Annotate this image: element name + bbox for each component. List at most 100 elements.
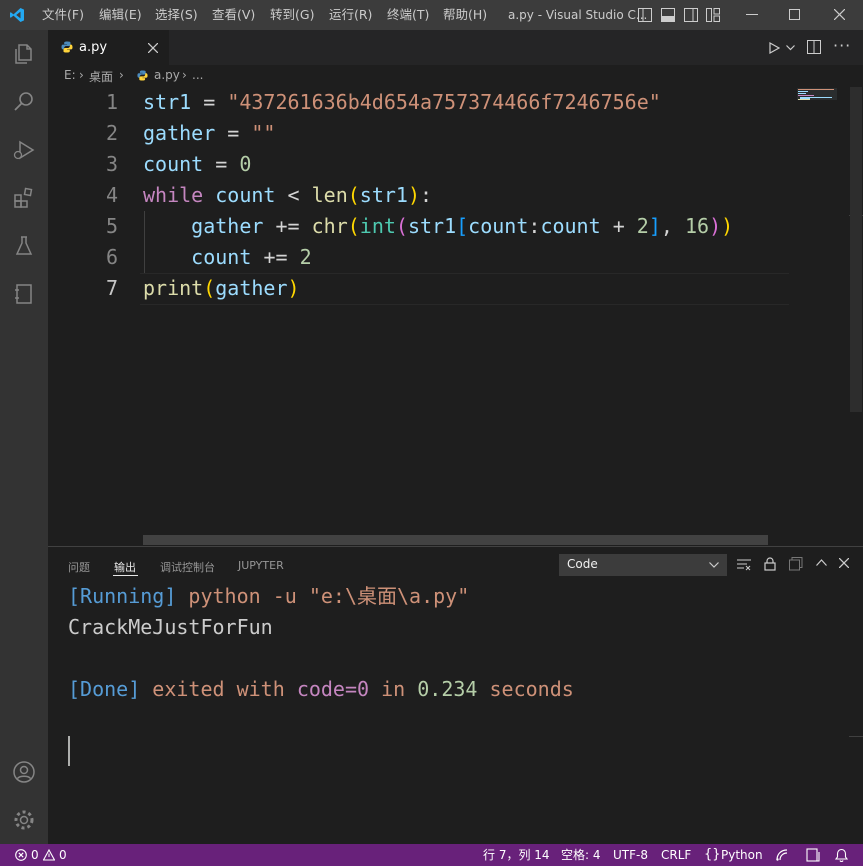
account-icon[interactable] xyxy=(0,748,48,796)
output-line-done[interactable]: [Done] exited with code=0 in 0.234 secon… xyxy=(68,674,574,705)
output-channel-select[interactable]: Code xyxy=(559,554,727,576)
warning-count[interactable]: 0 xyxy=(59,844,67,866)
code-line-4[interactable]: while count < len(str1): xyxy=(143,180,432,211)
breadcrumb-symbol[interactable]: ... xyxy=(192,68,203,82)
panel-scrollbar-indicator xyxy=(849,736,863,737)
output-line-result[interactable]: CrackMeJustForFun xyxy=(68,612,273,643)
menu-run[interactable]: 运行(R) xyxy=(329,0,372,30)
error-icon[interactable] xyxy=(15,849,27,861)
encoding[interactable]: UTF-8 xyxy=(613,844,648,866)
tab-problems[interactable]: 问题 xyxy=(68,559,90,575)
testing-icon[interactable] xyxy=(0,222,48,270)
error-count[interactable]: 0 xyxy=(31,844,39,866)
menu-terminal[interactable]: 终端(T) xyxy=(387,0,429,30)
toggle-panel-icon[interactable] xyxy=(661,8,675,22)
more-actions-icon[interactable]: ··· xyxy=(833,36,851,55)
notifications-bell-icon[interactable] xyxy=(835,848,848,862)
output-command: python -u "e:\桌面\a.py" xyxy=(188,584,470,608)
lock-scroll-icon[interactable] xyxy=(764,557,776,571)
python-file-icon xyxy=(137,70,148,81)
open-output-editor-icon[interactable] xyxy=(789,557,803,571)
code-line-5[interactable]: gather += chr(int(str1[count:count + 2],… xyxy=(143,211,733,242)
extensions-icon[interactable] xyxy=(0,174,48,222)
clear-output-icon[interactable] xyxy=(737,559,751,571)
explorer-icon[interactable] xyxy=(0,30,48,78)
editor-tab-bar xyxy=(48,30,863,65)
breadcrumb-folder[interactable]: 桌面 xyxy=(89,68,113,85)
breadcrumb-file[interactable]: a.py xyxy=(154,68,180,82)
tab-debug-console[interactable]: 调试控制台 xyxy=(160,559,215,575)
menu-go[interactable]: 转到(G) xyxy=(270,0,314,30)
vscode-logo-icon xyxy=(10,8,24,22)
menu-edit[interactable]: 编辑(E) xyxy=(99,0,142,30)
text-cursor xyxy=(68,736,70,766)
maximize-panel-icon[interactable] xyxy=(816,559,827,566)
output-running-tag: [Running] xyxy=(68,584,177,608)
close-panel-icon[interactable] xyxy=(839,558,849,568)
minimap[interactable] xyxy=(789,87,849,545)
maximize-icon[interactable] xyxy=(789,9,800,20)
menu-file[interactable]: 文件(F) xyxy=(42,0,84,30)
line-number: 5 xyxy=(105,214,118,238)
editor-horizontal-scrollbar[interactable] xyxy=(143,535,768,545)
braces-icon: {} xyxy=(704,847,721,862)
menu-selection[interactable]: 选择(S) xyxy=(155,0,198,30)
indentation[interactable]: 空格: 4 xyxy=(561,844,601,866)
python-file-icon xyxy=(61,41,73,53)
close-tab-icon[interactable] xyxy=(148,43,158,53)
title-bar: 文件(F) 编辑(E) 选择(S) 查看(V) 转到(G) 运行(R) 终端(T… xyxy=(0,0,863,30)
status-bar: 0 0 行 7，列 14 空格: 4 UTF-8 CRLF {} Python xyxy=(0,844,863,866)
line-number-current: 7 xyxy=(105,276,118,300)
breadcrumb-drive[interactable]: E: xyxy=(64,68,76,82)
code-line-2[interactable]: gather = "" xyxy=(143,118,275,149)
warning-icon[interactable] xyxy=(43,849,55,861)
breadcrumb-separator-icon: › xyxy=(182,68,187,82)
chevron-down-icon xyxy=(709,562,719,568)
code-line-7[interactable]: print(gather) xyxy=(143,273,300,304)
tab-a-py[interactable]: a.py xyxy=(48,30,169,65)
notebook-icon[interactable] xyxy=(0,270,48,318)
language-mode[interactable]: Python xyxy=(721,844,763,866)
output-exit-code: code=0 xyxy=(296,677,370,701)
window-title: a.py - Visual Studio C... xyxy=(508,8,648,22)
settings-gear-icon[interactable] xyxy=(0,796,48,844)
cursor-position[interactable]: 行 7，列 14 xyxy=(483,844,550,866)
breadcrumb-separator-icon: › xyxy=(119,68,124,82)
line-number: 4 xyxy=(105,183,118,207)
tab-output[interactable]: 输出 xyxy=(114,559,136,575)
line-number: 2 xyxy=(105,121,118,145)
run-python-file-icon[interactable] xyxy=(768,42,780,54)
close-window-icon[interactable] xyxy=(834,9,845,20)
output-word: exited xyxy=(152,677,225,701)
tab-jupyter[interactable]: JUPYTER xyxy=(238,559,284,572)
menu-view[interactable]: 查看(V) xyxy=(212,0,255,30)
line-number: 1 xyxy=(105,90,118,114)
output-word: seconds xyxy=(489,677,574,701)
feedback-icon[interactable] xyxy=(775,848,789,862)
split-editor-icon[interactable] xyxy=(807,40,821,54)
code-line-1[interactable]: str1 = "437261636b4d654a757374466f724675… xyxy=(143,87,661,118)
end-of-line[interactable]: CRLF xyxy=(661,844,691,866)
menu-help[interactable]: 帮助(H) xyxy=(443,0,487,30)
output-done-tag: [Done] xyxy=(68,677,141,701)
output-line-running[interactable]: [Running] python -u "e:\桌面\a.py" xyxy=(68,581,469,612)
code-line-3[interactable]: count = 0 xyxy=(143,149,251,180)
toggle-sidebar-icon[interactable] xyxy=(638,8,652,22)
line-number: 6 xyxy=(105,245,118,269)
activity-bar xyxy=(0,30,48,844)
run-debug-icon[interactable] xyxy=(0,126,48,174)
editor-vertical-scrollbar[interactable] xyxy=(849,87,863,545)
run-dropdown-chevron-icon[interactable] xyxy=(786,45,795,51)
customize-layout-icon[interactable] xyxy=(706,8,720,22)
tab-label: a.py xyxy=(79,40,108,55)
output-duration: 0.234 xyxy=(417,677,478,701)
minimize-icon[interactable] xyxy=(746,14,758,16)
toggle-secondary-sidebar-icon[interactable] xyxy=(684,8,698,22)
search-icon[interactable] xyxy=(0,78,48,126)
line-number: 3 xyxy=(105,152,118,176)
code-line-6[interactable]: count += 2 xyxy=(143,242,311,273)
breadcrumb-separator-icon: › xyxy=(79,68,84,82)
accounts-status-icon[interactable] xyxy=(806,848,820,862)
output-channel-value: Code xyxy=(567,557,598,571)
output-word: in xyxy=(381,677,406,701)
